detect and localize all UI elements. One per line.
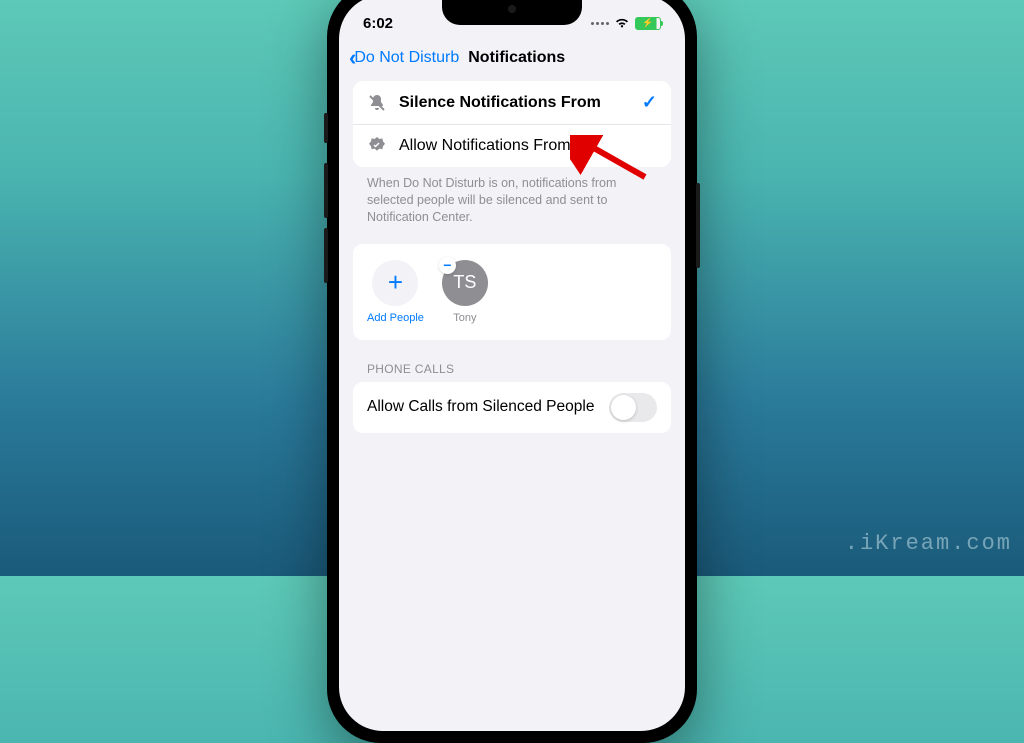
allow-notifications-option[interactable]: Allow Notifications From bbox=[353, 124, 671, 167]
phone-side-button bbox=[696, 183, 700, 268]
phone-side-button bbox=[324, 113, 328, 143]
back-label: Do Not Disturb bbox=[354, 49, 459, 67]
back-button[interactable]: ‹ Do Not Disturb bbox=[349, 45, 459, 71]
add-people-label: Add People bbox=[367, 312, 424, 324]
avatar-initials: TS bbox=[453, 272, 476, 293]
phone-side-button bbox=[324, 163, 328, 218]
battery-icon: ⚡ bbox=[635, 17, 661, 30]
bell-slash-icon bbox=[367, 93, 387, 113]
badge-icon bbox=[367, 136, 387, 156]
plus-icon: + bbox=[372, 260, 418, 306]
silence-notifications-option[interactable]: Silence Notifications From ✓ bbox=[353, 81, 671, 124]
option-label: Allow Notifications From bbox=[399, 137, 657, 155]
allow-calls-row: Allow Calls from Silenced People bbox=[353, 382, 671, 433]
footer-description: When Do Not Disturb is on, notifications… bbox=[353, 167, 671, 244]
checkmark-icon: ✓ bbox=[642, 92, 657, 113]
add-people-button[interactable]: + Add People bbox=[367, 260, 424, 324]
allow-calls-label: Allow Calls from Silenced People bbox=[367, 398, 609, 416]
option-label: Silence Notifications From bbox=[399, 94, 630, 112]
allow-calls-toggle[interactable] bbox=[609, 393, 657, 422]
status-time: 6:02 bbox=[363, 15, 393, 32]
watermark: .iKream.com bbox=[845, 531, 1012, 556]
person-item[interactable]: TS − Tony bbox=[442, 260, 488, 324]
notification-mode-group: Silence Notifications From ✓ Allow Notif… bbox=[353, 81, 671, 167]
wifi-icon bbox=[614, 17, 630, 29]
phone-calls-header: PHONE CALLS bbox=[353, 340, 671, 382]
screen: 6:02 ⚡ ‹ Do Not Disturb Notifications bbox=[339, 0, 685, 731]
phone-frame: 6:02 ⚡ ‹ Do Not Disturb Notifications bbox=[327, 0, 697, 743]
signal-dots-icon bbox=[591, 22, 609, 25]
person-name: Tony bbox=[453, 312, 476, 324]
remove-person-button[interactable]: − bbox=[439, 257, 456, 274]
page-title: Notifications bbox=[468, 49, 565, 67]
avatar: TS − bbox=[442, 260, 488, 306]
people-group: + Add People TS − Tony bbox=[353, 244, 671, 340]
navigation-bar: ‹ Do Not Disturb Notifications bbox=[339, 39, 685, 81]
notch bbox=[442, 0, 582, 25]
phone-side-button bbox=[324, 228, 328, 283]
status-indicators: ⚡ bbox=[591, 17, 661, 30]
